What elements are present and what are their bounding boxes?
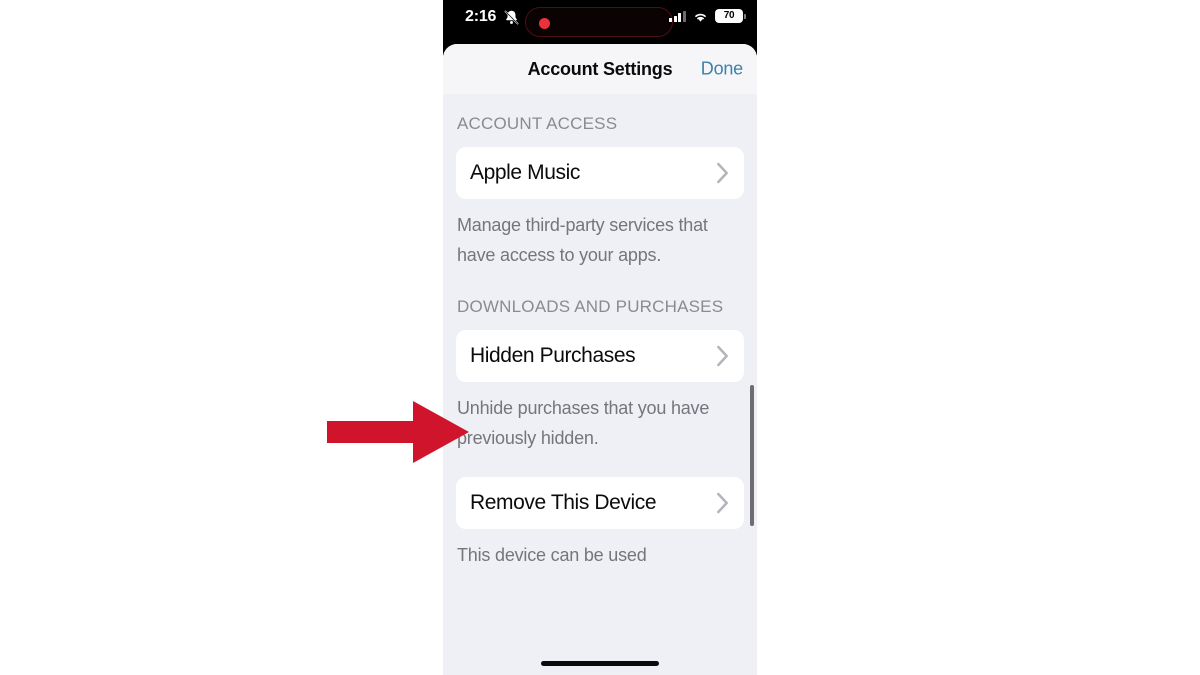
screenshot-canvas: 2:16 70 Account Settings Done ACCOUNT AC… <box>0 0 1200 675</box>
chevron-right-icon <box>717 162 728 184</box>
status-bar-clock: 2:16 <box>465 8 497 25</box>
footnote-remove-this-device: This device can be used <box>457 545 647 565</box>
dynamic-island <box>525 7 673 37</box>
account-settings-sheet: Account Settings Done ACCOUNT ACCESS App… <box>443 44 757 675</box>
row-apple-music[interactable]: Apple Music <box>456 147 744 199</box>
red-arrow <box>327 401 469 463</box>
record-dot-icon <box>539 18 550 29</box>
row-apple-music-label: Apple Music <box>470 160 580 184</box>
bell-slash-icon <box>504 10 519 25</box>
settings-scroll-content[interactable]: ACCOUNT ACCESS Apple Music Manage third-… <box>443 94 757 570</box>
sheet-navigation-bar: Account Settings Done <box>443 44 757 94</box>
iphone-device-frame: 2:16 70 Account Settings Done ACCOUNT AC… <box>443 0 757 675</box>
wifi-icon <box>695 13 706 22</box>
status-bar: 2:16 70 <box>443 0 757 42</box>
page-title: Account Settings <box>527 58 673 79</box>
row-remove-this-device-label: Remove This Device <box>470 490 657 514</box>
row-hidden-purchases-label: Hidden Purchases <box>470 343 636 367</box>
section-header-account-access: ACCOUNT ACCESS <box>457 114 618 133</box>
done-button[interactable]: Done <box>701 59 743 80</box>
row-remove-this-device[interactable]: Remove This Device <box>456 477 744 529</box>
chevron-right-icon <box>717 492 728 514</box>
battery-icon: 70 <box>715 9 746 23</box>
footnote-account-access: Manage third-party services that have ac… <box>457 215 708 265</box>
status-bar-indicators: 70 <box>669 9 746 23</box>
cellular-signal-icon <box>669 10 686 22</box>
home-indicator <box>541 661 659 666</box>
battery-level-label: 70 <box>723 10 735 21</box>
section-header-downloads-and-purchases: DOWNLOADS AND PURCHASES <box>457 297 724 316</box>
chevron-right-icon <box>717 345 728 367</box>
row-hidden-purchases[interactable]: Hidden Purchases <box>456 330 744 382</box>
vertical-scrollbar[interactable] <box>750 385 754 526</box>
footnote-hidden-purchases: Unhide purchases that you have previousl… <box>457 398 710 448</box>
